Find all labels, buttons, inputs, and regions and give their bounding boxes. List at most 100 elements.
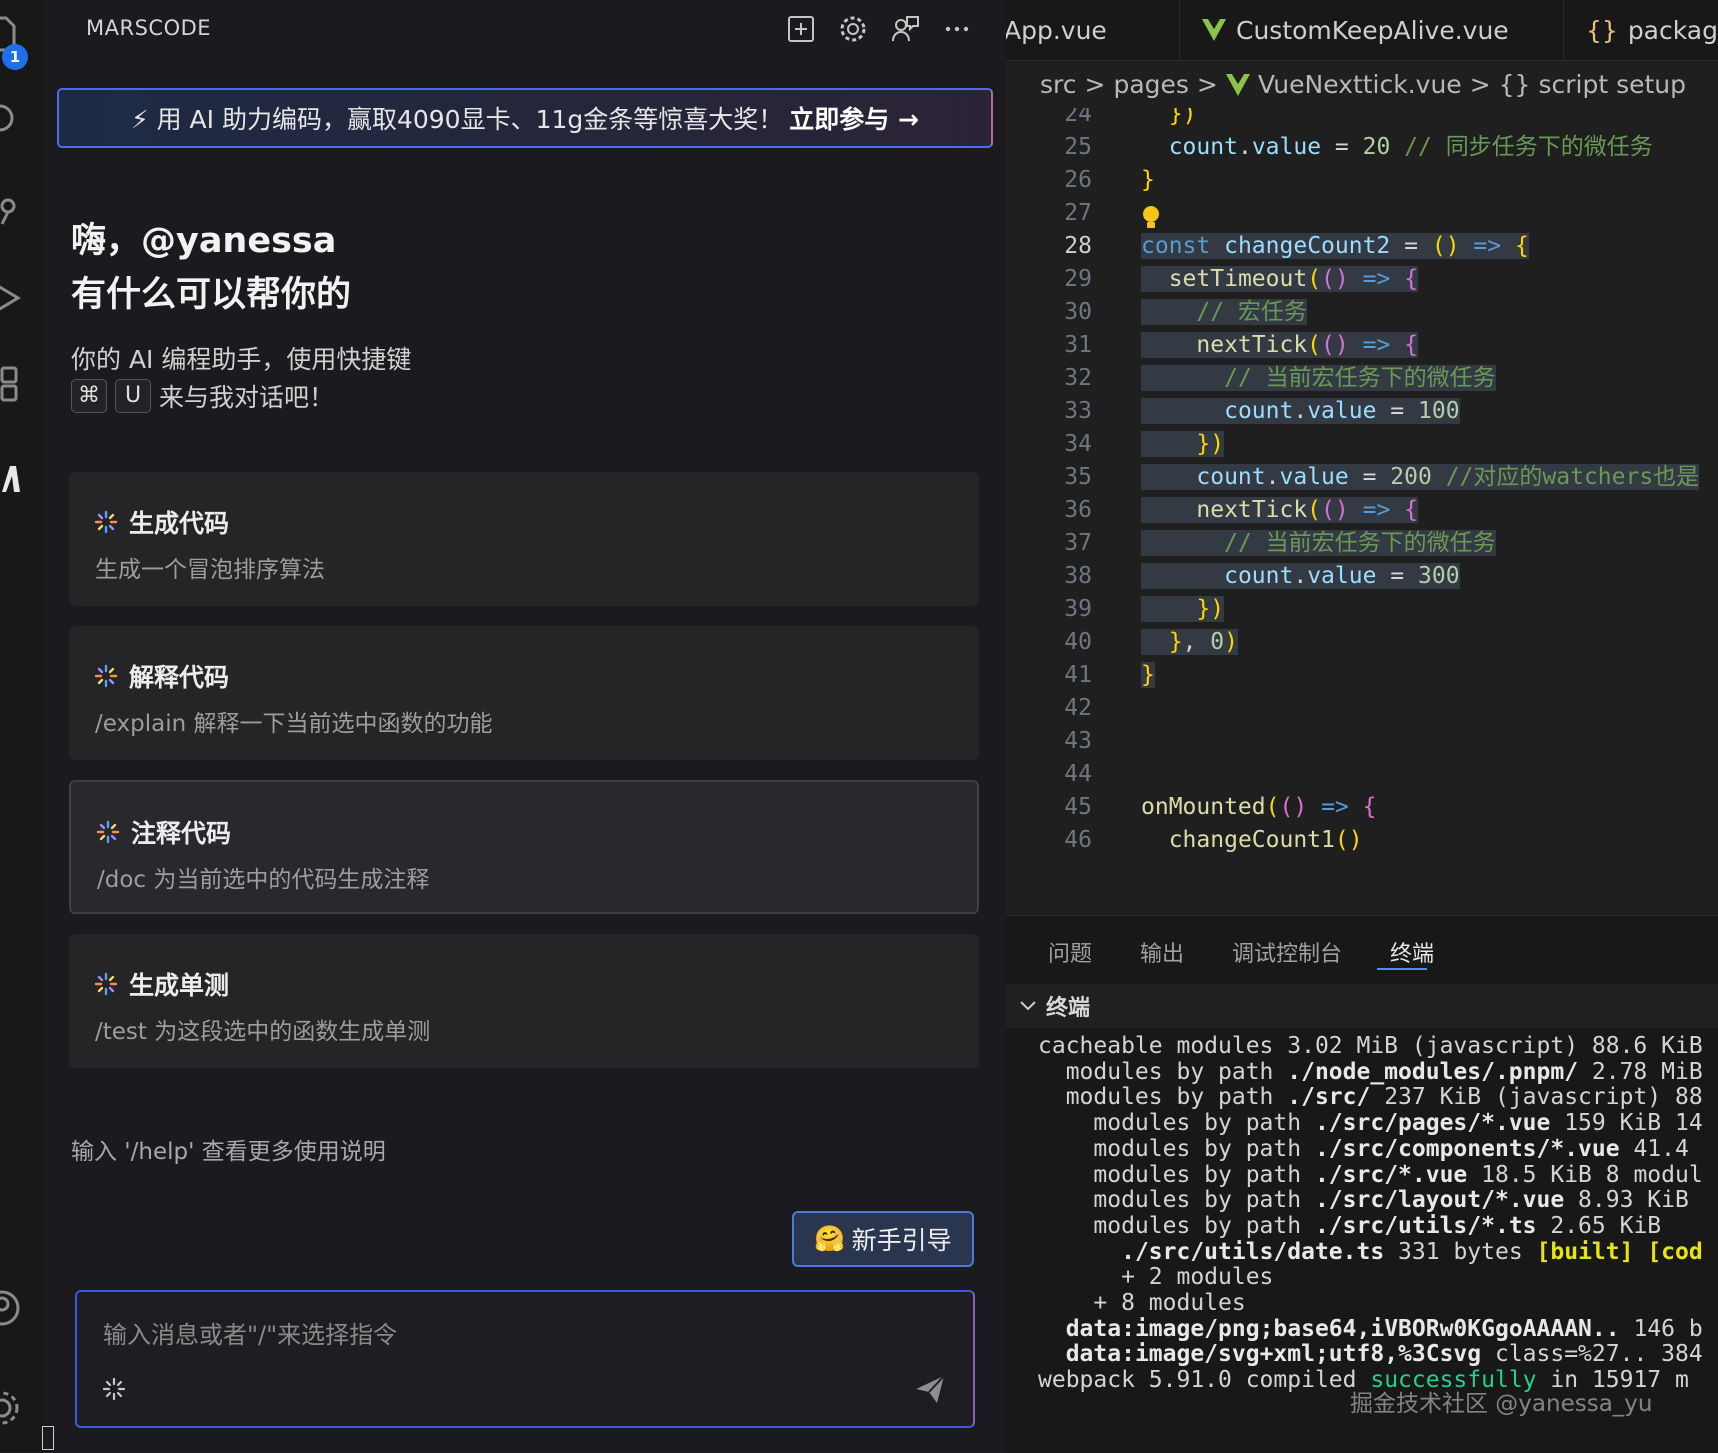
code-line[interactable]: 25 count.value = 20 // 同步任务下的微任务 <box>1006 129 1718 165</box>
sparkle-icon <box>94 664 118 688</box>
code-line[interactable]: 37 // 当前宏任务下的微任务 <box>1006 525 1718 561</box>
extensions-icon[interactable] <box>0 362 22 402</box>
beginner-guide-button[interactable]: 🤗 新手引导 <box>792 1211 974 1267</box>
terminal-cursor <box>42 1426 54 1450</box>
promo-banner[interactable]: ⚡ 用 AI 助力编码，赢取4090显卡、11g金条等惊喜大奖！ 立即参与 → <box>57 88 993 148</box>
tab-problems[interactable]: 问题 <box>1048 936 1092 968</box>
send-icon[interactable] <box>913 1372 947 1406</box>
terminal-line: modules by path ./src/components/*.vue 4… <box>1038 1135 1689 1162</box>
tab-label: App.vue <box>1006 15 1107 45</box>
code-line[interactable]: 44 <box>1006 756 1718 792</box>
line-number: 34 <box>1064 431 1092 457</box>
code-line[interactable]: 32 // 当前宏任务下的微任务 <box>1006 360 1718 396</box>
notification-badge: 1 <box>2 44 28 70</box>
tab-debug-console[interactable]: 调试控制台 <box>1232 936 1342 968</box>
sparkle-icon <box>96 820 120 844</box>
breadcrumb-symbol[interactable]: script setup <box>1538 70 1686 99</box>
code-line[interactable]: 30 // 宏任务 <box>1006 294 1718 330</box>
prompt-card-comment-code[interactable]: 注释代码 /doc 为当前选中的代码生成注释 <box>69 780 979 914</box>
bottom-panel: 问题 输出 调试控制台 终端 终端 cacheable modules 3.02… <box>1006 915 1718 1453</box>
account-icon[interactable] <box>0 1288 22 1328</box>
breadcrumb-pages[interactable]: pages <box>1113 70 1188 99</box>
tab-custom-keep-alive[interactable]: CustomKeepAlive.vue <box>1180 0 1564 60</box>
promo-cta-link[interactable]: 立即参与 → <box>789 100 919 136</box>
chat-header: MARSCODE <box>44 0 1006 60</box>
hugging-face-icon: 🤗 <box>814 1224 846 1253</box>
chat-message-input[interactable] <box>101 1316 945 1354</box>
code-line[interactable]: 27 <box>1006 195 1718 231</box>
more-icon[interactable] <box>942 14 972 44</box>
line-number: 41 <box>1064 662 1092 688</box>
vue-file-icon <box>1202 19 1226 41</box>
line-text: }) <box>1141 591 1225 627</box>
line-number: 26 <box>1064 167 1092 193</box>
line-number: 25 <box>1064 134 1092 160</box>
intro-text-end: 来与我对话吧！ <box>159 383 335 412</box>
lightbulb-icon[interactable] <box>1140 204 1162 232</box>
prompt-card-generate-tests[interactable]: 生成单测 /test 为这段选中的函数生成单测 <box>69 934 979 1068</box>
terminal-line: modules by path ./src/ 237 KiB (javascri… <box>1038 1084 1703 1111</box>
breadcrumb-src[interactable]: src <box>1040 70 1077 99</box>
code-line[interactable]: 40 }, 0) <box>1006 624 1718 660</box>
line-text: count.value = 300 <box>1141 558 1460 594</box>
code-line[interactable]: 39 }) <box>1006 591 1718 627</box>
tab-output[interactable]: 输出 <box>1140 936 1184 968</box>
code-line[interactable]: 26} <box>1006 162 1718 198</box>
feedback-icon[interactable] <box>890 14 920 44</box>
line-number: 35 <box>1064 464 1092 490</box>
code-line[interactable]: 28 const changeCount2 = () => { <box>1006 228 1718 264</box>
line-number: 36 <box>1064 497 1092 523</box>
code-line[interactable]: 43 <box>1006 723 1718 759</box>
terminal-line: modules by path ./node_modules/.pnpm/ 2.… <box>1038 1058 1703 1085</box>
card-title: 解释代码 <box>129 663 230 692</box>
terminal-line: modules by path ./src/pages/*.vue 159 Ki… <box>1038 1110 1703 1137</box>
line-text: count.value = 200 //对应的watchers也是 <box>1141 459 1700 495</box>
line-number: 37 <box>1064 530 1092 556</box>
new-chat-icon[interactable] <box>786 14 816 44</box>
breadcrumb-file[interactable]: VueNexttick.vue <box>1258 70 1462 99</box>
terminal-section-header[interactable]: 终端 <box>1006 984 1718 1028</box>
code-line[interactable]: 35 count.value = 200 //对应的watchers也是 <box>1006 459 1718 495</box>
line-number: 27 <box>1064 200 1092 226</box>
line-number: 39 <box>1064 596 1092 622</box>
code-line[interactable]: 45 onMounted(() => { <box>1006 789 1718 825</box>
tab-terminal[interactable]: 终端 <box>1390 936 1434 968</box>
code-line[interactable]: 31 nextTick(() => { <box>1006 327 1718 363</box>
tab-package-json[interactable]: {} package <box>1564 0 1718 60</box>
line-number: 32 <box>1064 365 1092 391</box>
line-number: 30 <box>1064 299 1092 325</box>
prompt-card-explain-code[interactable]: 解释代码 /explain 解释一下当前选中函数的功能 <box>69 626 979 760</box>
shortcut-key-cmd: ⌘ <box>71 379 107 413</box>
sparkle-command-icon[interactable] <box>101 1376 127 1402</box>
line-text: count.value = 20 // 同步任务下的微任务 <box>1168 134 1653 160</box>
code-line[interactable]: 46 changeCount1() <box>1006 822 1718 858</box>
active-tab-indicator <box>1377 968 1427 970</box>
settings-gear-icon[interactable] <box>0 1388 22 1428</box>
line-text: setTimeout(() => { <box>1141 261 1419 297</box>
code-line[interactable]: 41} <box>1006 657 1718 693</box>
code-line[interactable]: 34 }) <box>1006 426 1718 462</box>
chat-input-box[interactable] <box>75 1290 975 1428</box>
line-text: }) <box>1141 426 1225 462</box>
greeting-subtitle: 有什么可以帮你的 <box>71 275 352 315</box>
prompt-card-generate-code[interactable]: 生成代码 生成一个冒泡排序算法 <box>69 472 979 606</box>
marscode-icon[interactable] <box>0 458 22 498</box>
terminal-line: modules by path ./src/*.vue 18.5 KiB 8 m… <box>1038 1161 1703 1188</box>
marscode-chat-panel: MARSCODE ⚡ 用 AI 助力编码，赢取4090显卡、11g金条等惊喜大奖… <box>44 0 1006 1452</box>
code-line[interactable]: 29 setTimeout(() => { <box>1006 261 1718 297</box>
code-line[interactable]: 33 count.value = 100 <box>1006 393 1718 429</box>
terminal-line: data:image/png;base64,iVBORw0KGgoAAAAN..… <box>1065 1315 1703 1342</box>
code-line[interactable]: 38 count.value = 300 <box>1006 558 1718 594</box>
code-lines[interactable]: 24 }) 25 count.value = 20 // 同步任务下的微任务 26}… <box>1006 108 1718 915</box>
card-title: 注释代码 <box>131 819 232 848</box>
gear-icon[interactable] <box>838 14 868 44</box>
line-number: 40 <box>1064 629 1092 655</box>
search-icon[interactable] <box>0 100 22 140</box>
promo-text: ⚡ 用 AI 助力编码，赢取4090显卡、11g金条等惊喜大奖！ <box>131 105 784 134</box>
code-line[interactable]: 42 <box>1006 690 1718 726</box>
source-control-icon[interactable] <box>0 190 22 230</box>
code-line[interactable]: 36 nextTick(() => { <box>1006 492 1718 528</box>
tab-app-vue[interactable]: App.vue <box>1006 0 1180 60</box>
run-icon[interactable] <box>0 278 22 318</box>
line-text: // 当前宏任务下的微任务 <box>1141 525 1496 561</box>
